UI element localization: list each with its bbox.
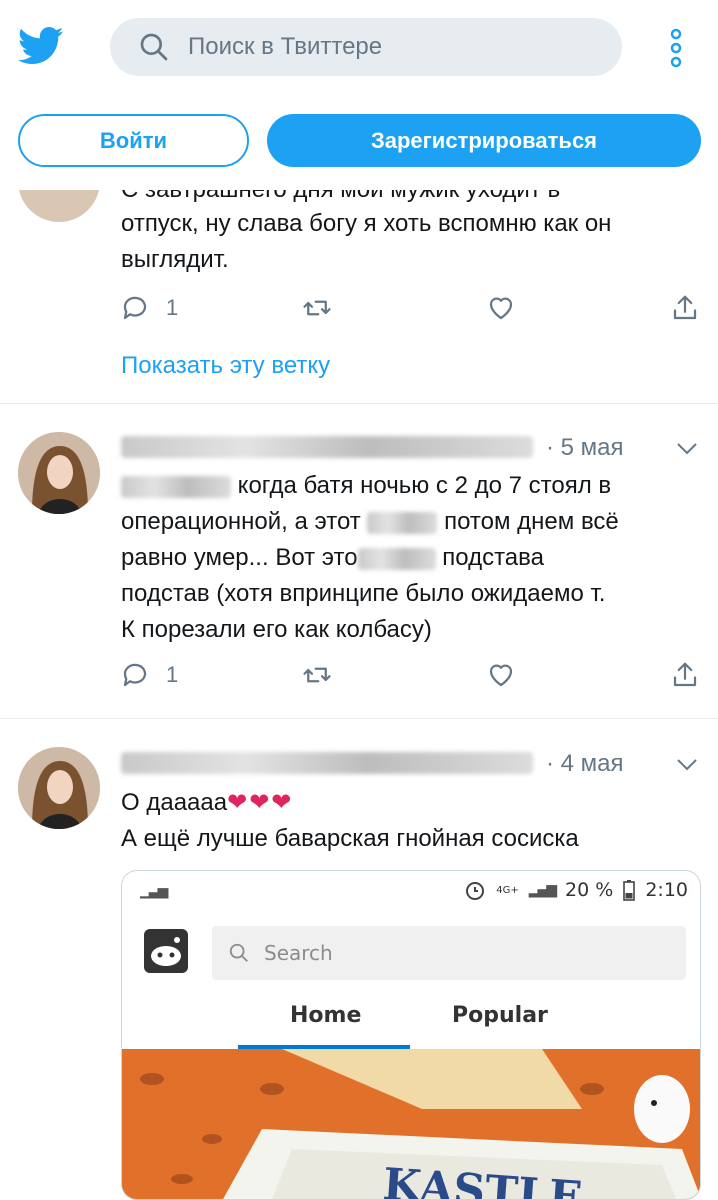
alarm-icon — [466, 882, 485, 900]
battery-percent: 20 % — [565, 879, 614, 901]
username[interactable] — [121, 748, 533, 778]
share-button[interactable] — [670, 288, 700, 328]
more-vertical-icon[interactable] — [664, 28, 688, 68]
reddit-logo-icon — [144, 929, 188, 973]
avatar[interactable] — [18, 747, 100, 829]
share-icon — [673, 295, 697, 320]
twitter-bird-icon[interactable] — [18, 26, 64, 66]
blurred-word — [367, 511, 438, 534]
avatar-photo — [18, 432, 100, 514]
like-icon — [489, 297, 513, 320]
reply-button[interactable]: 1 — [120, 655, 178, 695]
post-image: KASTLE — [122, 1049, 700, 1199]
signup-button[interactable]: Зарегистрироваться — [267, 114, 701, 167]
embed-search-placeholder: Search — [264, 941, 333, 965]
reply-count: 1 — [166, 662, 179, 687]
share-button[interactable] — [670, 655, 700, 695]
signal-bars-icon: ▂▄▆ — [528, 882, 557, 898]
phone-time: 2:10 — [645, 879, 688, 901]
search-placeholder: Поиск в Твиттере — [188, 33, 383, 60]
post-photo: KASTLE — [122, 1049, 700, 1199]
blurred-mention — [121, 475, 231, 498]
tweet-date[interactable]: · 5 мая — [546, 434, 624, 462]
reply-button[interactable]: 1 — [120, 288, 178, 328]
tweet-actions: 1 — [0, 288, 718, 328]
battery-icon — [623, 880, 636, 901]
blurred-word — [357, 547, 436, 570]
blurred-username — [121, 752, 533, 774]
blurred-username — [121, 436, 533, 458]
reply-icon — [123, 663, 147, 687]
search-icon — [229, 943, 248, 962]
show-thread-link[interactable]: Показать эту ветку — [121, 352, 330, 380]
share-icon — [673, 662, 697, 687]
tweet-date[interactable]: · 4 мая — [546, 750, 624, 778]
embed-search-input: Search — [212, 926, 686, 980]
tweet-text: отпуск, ну слава богу я хоть вспомню как… — [121, 210, 612, 273]
tab-popular: Popular — [452, 1003, 548, 1028]
chevron-down-icon[interactable] — [676, 442, 698, 456]
phone-status-bar: ▁▃▅ 4G+ ▂▄▆ 20 % 2:10 — [122, 871, 700, 911]
tab-home: Home — [290, 1003, 362, 1028]
retweet-icon — [303, 300, 331, 316]
username[interactable] — [121, 432, 533, 462]
retweet-button[interactable] — [302, 655, 332, 695]
attached-image[interactable]: ▁▃▅ 4G+ ▂▄▆ 20 % 2:10 Search Home Popula… — [121, 870, 701, 1200]
avatar[interactable] — [18, 432, 100, 514]
tweet-actions: 1 — [0, 655, 718, 695]
avatar-photo — [18, 747, 100, 829]
top-bar: Поиск в Твиттере Войти Зарегистрироватьс… — [0, 0, 718, 190]
retweet-button[interactable] — [302, 288, 332, 328]
like-button[interactable] — [486, 655, 516, 695]
like-button[interactable] — [486, 288, 516, 328]
signal-icon: ▁▃▅ — [140, 883, 168, 899]
tweet-divider — [0, 403, 718, 404]
search-icon — [140, 33, 168, 61]
network-label: 4G+ — [496, 884, 519, 896]
retweet-icon — [303, 667, 331, 683]
search-input[interactable]: Поиск в Твиттере — [110, 18, 622, 76]
like-icon — [489, 664, 513, 687]
tweet-text: когда батя ночью с 2 до 7 стоял в операц… — [121, 472, 619, 643]
tweet-divider — [0, 718, 718, 719]
reply-count: 1 — [166, 295, 179, 320]
login-button[interactable]: Войти — [18, 114, 249, 167]
reply-icon — [123, 296, 147, 320]
tweet-text: О дааааа❤❤❤ А ещё лучше баварская гнойна… — [121, 788, 579, 852]
heart-icon: ❤❤❤ — [227, 788, 294, 816]
chevron-down-icon[interactable] — [676, 758, 698, 772]
